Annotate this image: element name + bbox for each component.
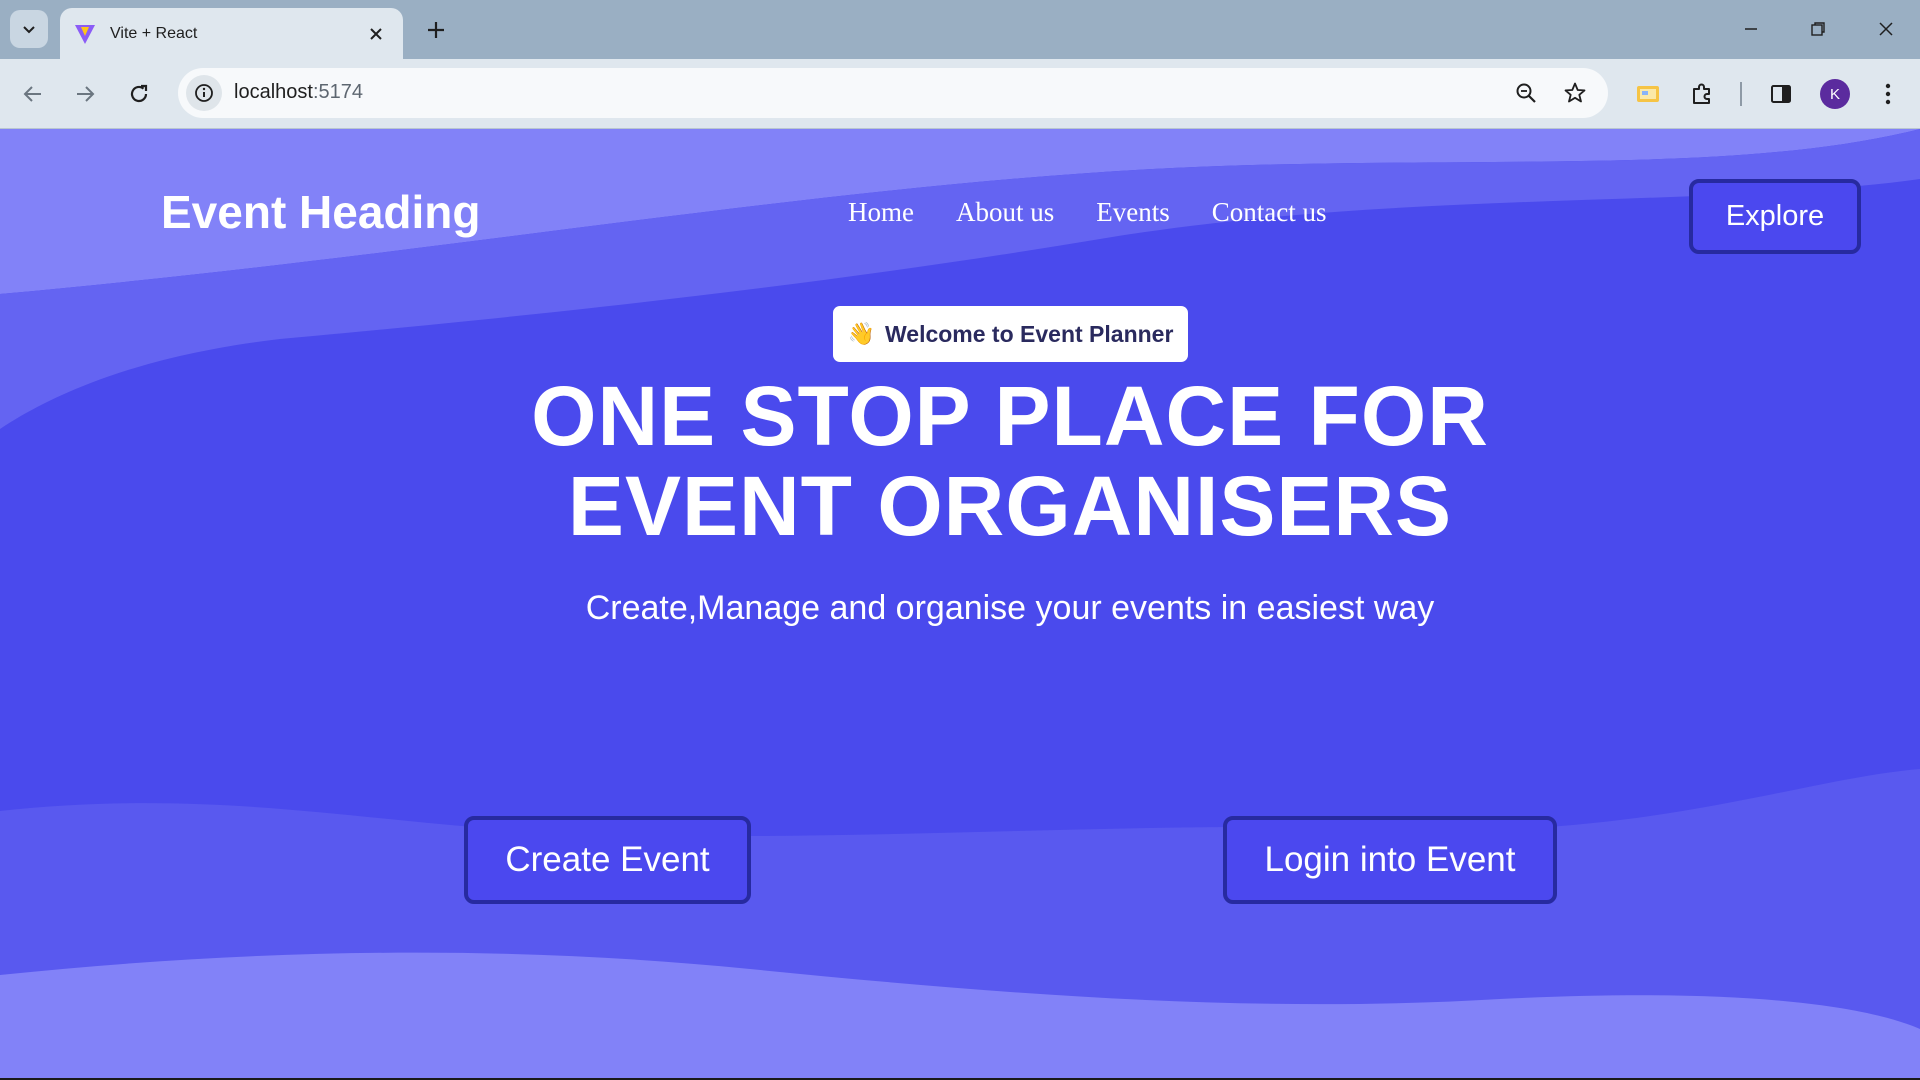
hero-headline-line-1: ONE STOP PLACE FOR bbox=[531, 369, 1489, 463]
extensions-puzzle-icon[interactable] bbox=[1684, 76, 1720, 112]
hero-headline-line-2: EVENT ORGANISERS bbox=[567, 459, 1453, 553]
toolbar-separator bbox=[1740, 82, 1742, 106]
bookmark-star-icon[interactable] bbox=[1559, 77, 1591, 109]
reload-icon bbox=[130, 84, 148, 103]
kebab-menu-icon[interactable] bbox=[1870, 76, 1906, 112]
extension-slides-icon[interactable] bbox=[1630, 76, 1666, 112]
forward-button[interactable] bbox=[67, 76, 103, 112]
tab-title: Vite + React bbox=[110, 24, 198, 42]
explore-button[interactable]: Explore bbox=[1689, 179, 1861, 254]
new-tab-button[interactable] bbox=[420, 14, 452, 46]
address-bar[interactable]: localhost:5174 bbox=[178, 68, 1608, 118]
arrow-left-icon bbox=[23, 86, 41, 102]
hero-subheadline: Create,Manage and organise your events i… bbox=[585, 589, 1435, 627]
browser-tab-strip: Vite + React bbox=[0, 0, 1920, 59]
url-port: :5174 bbox=[312, 81, 363, 103]
arrow-right-icon bbox=[77, 86, 95, 102]
browser-toolbar: localhost:5174 K bbox=[0, 59, 1920, 129]
close-icon bbox=[1879, 22, 1893, 36]
restore-icon bbox=[1811, 22, 1825, 36]
profile-avatar[interactable]: K bbox=[1820, 79, 1850, 109]
close-window-button[interactable] bbox=[1862, 10, 1910, 48]
back-button[interactable] bbox=[15, 76, 51, 112]
nav-item-about-us[interactable]: About us bbox=[956, 197, 1054, 228]
nav-item-home[interactable]: Home bbox=[848, 197, 914, 228]
site-info-icon[interactable] bbox=[186, 75, 222, 111]
nav-item-events[interactable]: Events bbox=[1096, 197, 1170, 228]
url-text[interactable]: localhost:5174 bbox=[234, 81, 363, 104]
minimize-icon bbox=[1745, 28, 1757, 30]
vite-logo-icon bbox=[72, 21, 98, 47]
chevron-down-icon bbox=[23, 26, 35, 34]
nav-item-contact-us[interactable]: Contact us bbox=[1212, 197, 1327, 228]
brand-title[interactable]: Event Heading bbox=[161, 185, 481, 239]
restore-button[interactable] bbox=[1794, 10, 1842, 48]
main-nav: Home About us Events Contact us bbox=[848, 197, 1327, 228]
create-event-button[interactable]: Create Event bbox=[464, 816, 751, 904]
page-content: Event Heading Home About us Events Conta… bbox=[0, 129, 1920, 1080]
plus-icon bbox=[428, 22, 444, 38]
waving-hand-icon: 👋 bbox=[847, 321, 875, 346]
browser-tab[interactable]: Vite + React bbox=[60, 8, 403, 59]
zoom-icon[interactable] bbox=[1510, 77, 1542, 109]
welcome-badge-text: Welcome to Event Planner bbox=[884, 320, 1174, 347]
hero-headline: ONE STOP PLACE FOR EVENT ORGANISERS bbox=[460, 371, 1560, 551]
close-tab-icon[interactable] bbox=[363, 21, 389, 47]
url-host: localhost bbox=[234, 81, 313, 103]
tab-search-button[interactable] bbox=[10, 10, 48, 48]
side-panel-icon[interactable] bbox=[1763, 76, 1799, 112]
reload-button[interactable] bbox=[121, 76, 157, 112]
welcome-badge: 👋 Welcome to Event Planner bbox=[833, 306, 1188, 362]
minimize-button[interactable] bbox=[1727, 10, 1775, 48]
login-into-event-button[interactable]: Login into Event bbox=[1223, 816, 1557, 904]
